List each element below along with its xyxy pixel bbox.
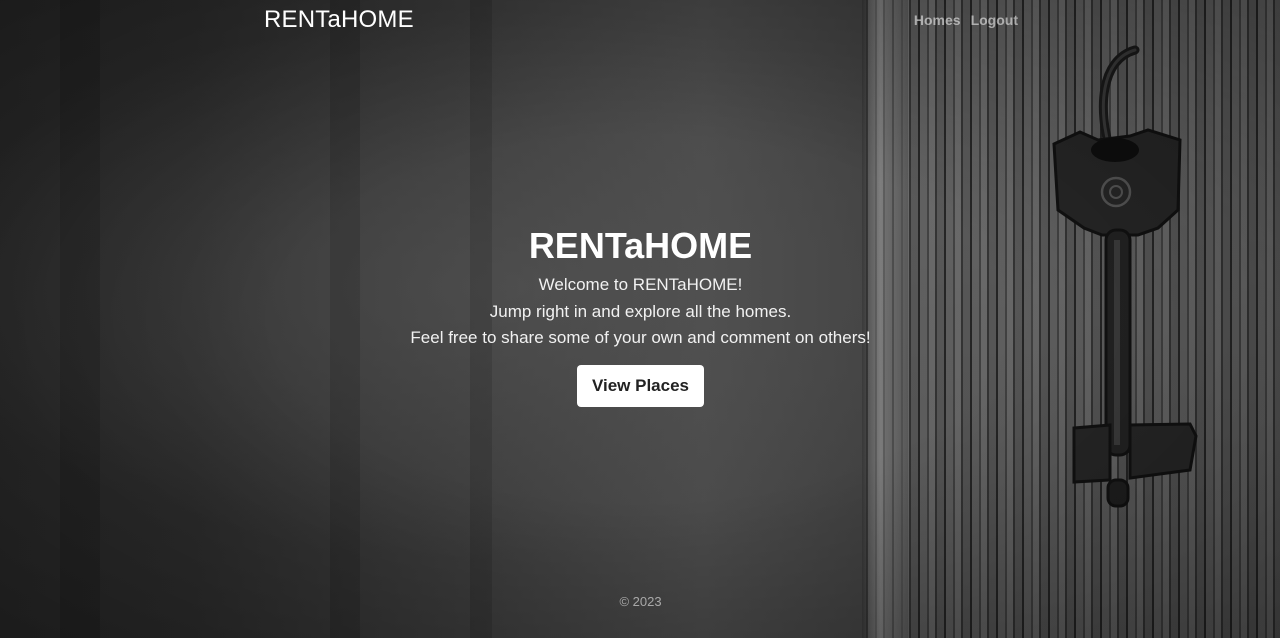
hero-text: Welcome to RENTaHOME! Jump right in and …: [0, 272, 1280, 352]
copyright-text: © 2023: [619, 594, 662, 609]
hero-explore-text: Jump right in and explore all the homes.: [489, 301, 792, 321]
hero-title: RENTaHOME: [528, 225, 753, 266]
hero-welcome-text: Welcome to RENTaHOME!: [538, 275, 743, 294]
main-nav: Homes Logout: [914, 12, 1018, 28]
footer: © 2023: [0, 594, 1280, 609]
top-navbar: RENTaHOME Homes Logout: [0, 0, 1280, 44]
hero-section: RENTaHOME Welcome to RENTaHOME! Jump rig…: [0, 224, 1280, 407]
hero-share-text: Feel free to share some of your own and …: [410, 328, 871, 347]
nav-homes-link[interactable]: Homes: [914, 12, 961, 28]
nav-logout-link[interactable]: Logout: [971, 12, 1018, 28]
view-places-button[interactable]: View Places: [576, 364, 705, 407]
brand-logo[interactable]: RENTaHOME: [264, 6, 414, 34]
